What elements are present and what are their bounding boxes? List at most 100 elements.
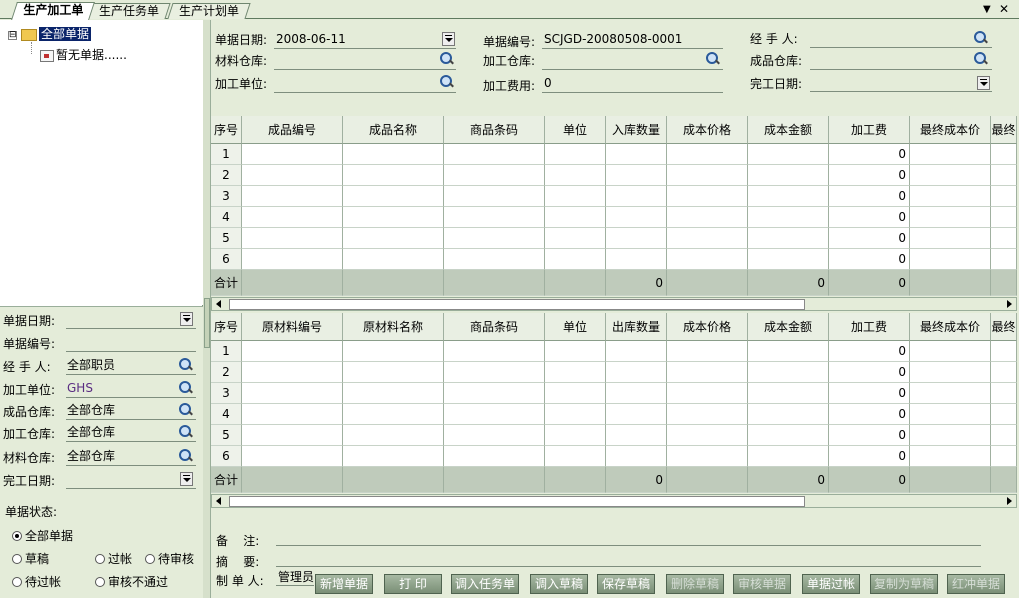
grid-cell[interactable] xyxy=(667,404,748,425)
dropdown-icon[interactable] xyxy=(442,32,455,46)
grid-cell[interactable] xyxy=(748,341,829,362)
grid-cell[interactable] xyxy=(748,186,829,207)
grid-cell[interactable] xyxy=(667,144,748,165)
dropdown-icon[interactable] xyxy=(977,76,990,90)
grid-cell[interactable] xyxy=(991,404,1017,425)
grid-cell-fee[interactable]: 0 xyxy=(829,165,910,186)
column-header[interactable]: 成本金额 xyxy=(748,116,829,144)
grid-cell[interactable] xyxy=(748,404,829,425)
grid-cell[interactable] xyxy=(343,249,444,270)
grid-cell[interactable] xyxy=(910,383,991,404)
grid-cell[interactable] xyxy=(343,383,444,404)
column-header[interactable]: 入库数量 xyxy=(606,116,667,144)
search-icon[interactable] xyxy=(974,52,988,66)
grid-cell-fee[interactable]: 0 xyxy=(829,383,910,404)
chevron-down-icon[interactable]: ▼ xyxy=(983,4,991,15)
grid-cell[interactable] xyxy=(242,425,343,446)
summary-field[interactable] xyxy=(276,548,981,567)
import-draft-button[interactable]: 调入草稿 xyxy=(530,574,588,594)
grid-cell[interactable] xyxy=(444,446,545,467)
column-header[interactable]: 原材料名称 xyxy=(343,313,444,341)
scroll-left-icon[interactable] xyxy=(216,497,221,505)
search-icon[interactable] xyxy=(440,75,454,89)
grid-cell[interactable] xyxy=(606,165,667,186)
status-radio-draft[interactable]: 草稿 xyxy=(12,550,49,567)
grid-cell-fee[interactable]: 0 xyxy=(829,207,910,228)
grid-cell[interactable] xyxy=(748,228,829,249)
dropdown-icon[interactable] xyxy=(180,312,193,326)
search-icon[interactable] xyxy=(179,358,193,372)
filter-product-wh-field[interactable]: 全部仓库 xyxy=(66,400,196,420)
column-header[interactable]: 加工费 xyxy=(829,116,910,144)
status-radio-posted[interactable]: 过帐 xyxy=(95,550,132,567)
grid-cell[interactable] xyxy=(667,207,748,228)
column-header[interactable]: 最终 xyxy=(991,313,1017,341)
grid-cell[interactable] xyxy=(748,446,829,467)
product-grid-scrollbar[interactable] xyxy=(211,297,1017,311)
finish-field[interactable] xyxy=(810,72,992,92)
grid-cell[interactable] xyxy=(606,228,667,249)
search-icon[interactable] xyxy=(179,425,193,439)
product-wh-field[interactable] xyxy=(810,50,992,70)
column-header[interactable]: 单位 xyxy=(545,116,606,144)
grid-cell[interactable] xyxy=(343,341,444,362)
filter-handler-field[interactable]: 全部职员 xyxy=(66,355,196,375)
grid-cell[interactable] xyxy=(910,446,991,467)
grid-cell[interactable] xyxy=(606,425,667,446)
grid-cell-fee[interactable]: 0 xyxy=(829,362,910,383)
grid-cell[interactable] xyxy=(991,249,1017,270)
grid-cell[interactable] xyxy=(991,446,1017,467)
remark-field[interactable] xyxy=(276,527,981,546)
grid-cell[interactable] xyxy=(991,228,1017,249)
grid-cell[interactable] xyxy=(242,144,343,165)
grid-cell[interactable] xyxy=(545,228,606,249)
scrollbar-thumb[interactable] xyxy=(229,496,805,507)
grid-cell[interactable] xyxy=(343,228,444,249)
column-header[interactable]: 加工费 xyxy=(829,313,910,341)
tree-root[interactable]: 全部单据 xyxy=(21,25,92,42)
grid-cell[interactable] xyxy=(910,228,991,249)
grid-cell[interactable] xyxy=(667,249,748,270)
grid-cell-fee[interactable]: 0 xyxy=(829,404,910,425)
grid-cell[interactable] xyxy=(343,207,444,228)
grid-cell[interactable] xyxy=(343,425,444,446)
grid-cell[interactable] xyxy=(667,425,748,446)
filter-number-field[interactable] xyxy=(66,332,196,352)
scrollbar-thumb[interactable] xyxy=(229,299,805,310)
column-header[interactable]: 序号 xyxy=(211,116,242,144)
column-header[interactable]: 成本价格 xyxy=(667,313,748,341)
material-grid[interactable]: 序号 原材料编号 原材料名称 商品条码 单位 出库数量 成本价格 成本金额 加工费 最终成本价 最终… xyxy=(211,313,1017,493)
grid-cell[interactable] xyxy=(748,165,829,186)
scroll-right-icon[interactable] xyxy=(1007,300,1012,308)
grid-cell[interactable] xyxy=(545,362,606,383)
search-icon[interactable] xyxy=(179,403,193,417)
grid-cell[interactable] xyxy=(242,362,343,383)
save-draft-button[interactable]: 保存草稿 xyxy=(597,574,655,594)
grid-cell[interactable] xyxy=(667,228,748,249)
grid-cell[interactable] xyxy=(910,404,991,425)
grid-cell-fee[interactable]: 0 xyxy=(829,446,910,467)
tab-production-plan[interactable]: 生产计划单 xyxy=(167,3,251,19)
column-header[interactable]: 成品名称 xyxy=(343,116,444,144)
column-header[interactable]: 成本价格 xyxy=(667,116,748,144)
tab-production-task[interactable]: 生产任务单 xyxy=(87,3,171,19)
grid-cell[interactable] xyxy=(606,186,667,207)
grid-cell[interactable] xyxy=(748,207,829,228)
grid-cell-fee[interactable]: 0 xyxy=(829,228,910,249)
tab-production-processing[interactable]: 生产加工单 xyxy=(11,2,95,20)
print-button[interactable]: 打 印 xyxy=(384,574,442,594)
grid-cell[interactable] xyxy=(545,341,606,362)
grid-cell[interactable] xyxy=(343,186,444,207)
grid-cell[interactable] xyxy=(748,144,829,165)
grid-cell[interactable] xyxy=(991,362,1017,383)
grid-cell[interactable] xyxy=(606,207,667,228)
date-field[interactable]: 2008-06-11 xyxy=(274,29,456,49)
grid-cell[interactable] xyxy=(444,383,545,404)
grid-cell[interactable] xyxy=(991,207,1017,228)
filter-finish-field[interactable] xyxy=(66,469,196,489)
status-radio-pending-review[interactable]: 待审核 xyxy=(145,550,194,567)
grid-cell[interactable] xyxy=(444,144,545,165)
grid-cell[interactable] xyxy=(667,341,748,362)
dropdown-icon[interactable] xyxy=(180,472,193,486)
grid-cell[interactable] xyxy=(242,446,343,467)
